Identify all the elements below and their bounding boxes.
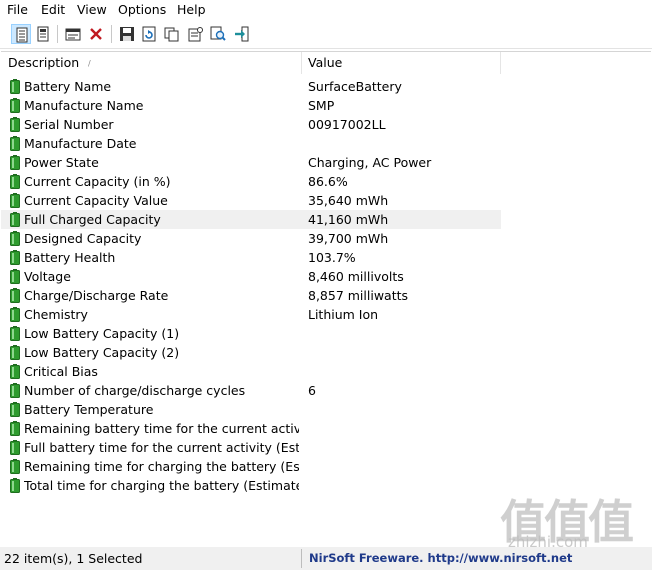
row-description: Manufacture Name (24, 98, 144, 113)
toolbar-separator (57, 25, 58, 43)
row-value: 6 (308, 383, 316, 398)
row-description: Charge/Discharge Rate (24, 288, 169, 303)
row-value: 41,160 mWh (308, 212, 389, 227)
table-row[interactable]: Low Battery Capacity (2) (1, 343, 501, 362)
row-value: 103.7% (308, 250, 356, 265)
table-row[interactable]: Designed Capacity 39,700 mWh (1, 229, 501, 248)
table-row[interactable]: Charge/Discharge Rate 8,857 milliwatts (1, 286, 501, 305)
row-description: Serial Number (24, 117, 114, 132)
row-value: Charging, AC Power (308, 155, 432, 170)
row-description: Voltage (24, 269, 71, 284)
table-row[interactable]: Current Capacity (in %) 86.6% (1, 172, 501, 191)
nirsoft-link[interactable]: NirSoft Freeware. http://www.nirsoft.net (309, 551, 572, 565)
menu-edit[interactable]: Edit (41, 2, 65, 17)
table-row[interactable]: Battery Name SurfaceBattery (1, 77, 501, 96)
find-icon[interactable] (208, 24, 228, 44)
table-row[interactable]: Critical Bias (1, 362, 501, 381)
row-value: 00917002LL (308, 117, 386, 132)
row-description: Total time for charging the battery (Est… (24, 478, 299, 493)
column-header-value[interactable]: Value (308, 52, 342, 74)
table-row[interactable]: Battery Temperature (1, 400, 501, 419)
row-description: Manufacture Date (24, 136, 137, 151)
row-value: SMP (308, 98, 335, 113)
row-description: Power State (24, 155, 99, 170)
status-divider (301, 549, 302, 568)
row-description: Designed Capacity (24, 231, 142, 246)
row-description: Number of charge/discharge cycles (24, 383, 246, 398)
text-report-icon[interactable] (185, 24, 205, 44)
row-value: 35,640 mWh (308, 193, 389, 208)
row-description: Current Capacity Value (24, 193, 168, 208)
table-row[interactable]: Battery Health 103.7% (1, 248, 501, 267)
watermark-site: zhizhi.com (508, 533, 588, 551)
row-value: 8,857 milliwatts (308, 288, 409, 303)
refresh-icon[interactable] (139, 24, 159, 44)
row-description: Battery Health (24, 250, 116, 265)
html-report-all-icon[interactable] (11, 24, 31, 44)
properties-icon[interactable] (63, 24, 83, 44)
menu-file[interactable]: File (7, 2, 28, 17)
table-row[interactable]: Full Charged Capacity 41,160 mWh (1, 210, 501, 229)
column-header-description[interactable]: Description (8, 52, 79, 74)
row-value: 39,700 mWh (308, 231, 389, 246)
table-row[interactable]: Power State Charging, AC Power (1, 153, 501, 172)
delete-icon[interactable] (86, 24, 106, 44)
table-row[interactable]: Number of charge/discharge cycles 6 (1, 381, 501, 400)
sort-ascending-icon: / (88, 59, 91, 68)
row-description: Battery Temperature (24, 402, 154, 417)
row-description: Low Battery Capacity (1) (24, 326, 180, 341)
table-row[interactable]: Voltage 8,460 millivolts (1, 267, 501, 286)
table-row[interactable]: Remaining battery time for the current a… (1, 419, 501, 438)
table-row[interactable]: Total time for charging the battery (Est… (1, 476, 501, 495)
column-divider[interactable] (500, 52, 501, 74)
row-value: 86.6% (308, 174, 348, 189)
row-description: Low Battery Capacity (2) (24, 345, 180, 360)
row-value: 8,460 millivolts (308, 269, 404, 284)
row-description: Remaining time for charging the battery … (24, 459, 299, 474)
table-row[interactable]: Current Capacity Value 35,640 mWh (1, 191, 501, 210)
table-row[interactable]: Full battery time for the current activi… (1, 438, 501, 457)
menu-options[interactable]: Options (118, 2, 166, 17)
menu-view[interactable]: View (77, 2, 107, 17)
row-description: Full Charged Capacity (24, 212, 161, 227)
table-row[interactable]: Serial Number 00917002LL (1, 115, 501, 134)
exit-icon[interactable] (232, 24, 252, 44)
battery-info-list[interactable]: Description / Value Battery Name SurfaceB… (1, 51, 651, 548)
row-description: Battery Name (24, 79, 112, 94)
table-row[interactable]: Low Battery Capacity (1) (1, 324, 501, 343)
html-report-selected-icon[interactable] (33, 24, 53, 44)
item-count-status: 22 item(s), 1 Selected (4, 551, 143, 566)
save-icon[interactable] (117, 24, 137, 44)
row-value: SurfaceBattery (308, 79, 402, 94)
row-value: Lithium Ion (308, 307, 379, 322)
column-divider[interactable] (301, 52, 302, 74)
menu-help[interactable]: Help (177, 2, 206, 17)
toolbar (0, 21, 652, 49)
table-row[interactable]: Manufacture Date (1, 134, 501, 153)
copy-icon[interactable] (162, 24, 182, 44)
row-description: Critical Bias (24, 364, 98, 379)
battery-icon (10, 478, 20, 498)
toolbar-separator (111, 25, 112, 43)
table-row[interactable]: Remaining time for charging the battery … (1, 457, 501, 476)
row-description: Remaining battery time for the current a… (24, 421, 299, 436)
table-row[interactable]: Manufacture Name SMP (1, 96, 501, 115)
row-description: Full battery time for the current activi… (24, 440, 299, 455)
row-description: Chemistry (24, 307, 88, 322)
menu-bar: File Edit View Options Help (0, 0, 652, 20)
row-description: Current Capacity (in %) (24, 174, 171, 189)
table-row[interactable]: Chemistry Lithium Ion (1, 305, 501, 324)
